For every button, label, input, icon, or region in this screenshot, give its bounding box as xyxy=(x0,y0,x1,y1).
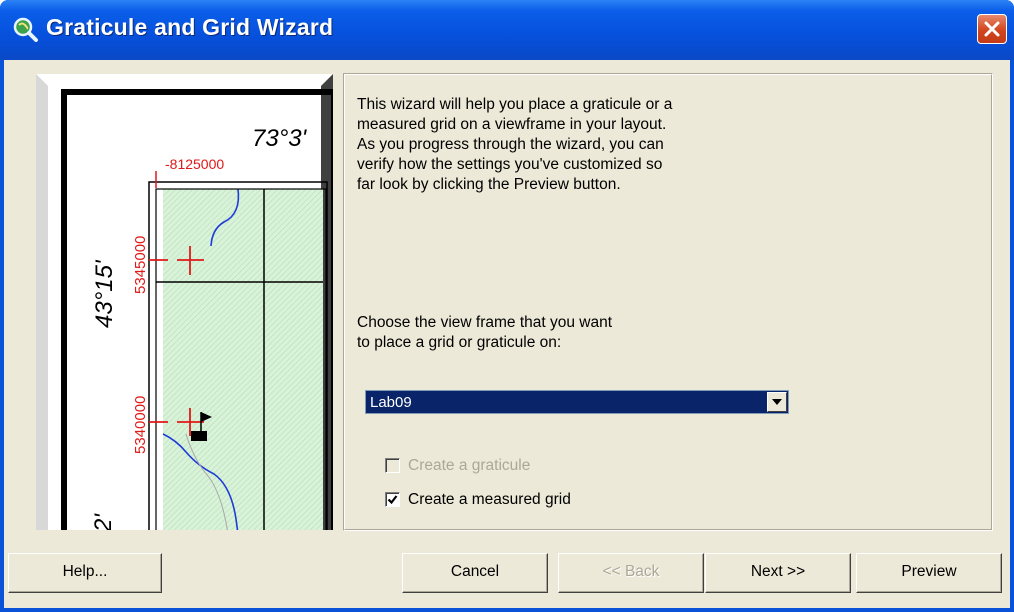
content-panel: This wizard will help you place a gratic… xyxy=(343,73,993,531)
dialog-body: 73°3' -8125000 43°15' 5345000 5340000 2'… xyxy=(4,60,1010,608)
close-button[interactable] xyxy=(977,14,1007,44)
close-icon xyxy=(984,21,1000,37)
title-bar[interactable]: Graticule and Grid Wizard xyxy=(0,0,1014,60)
easting-label: -8125000 xyxy=(165,156,224,172)
cancel-button[interactable]: Cancel xyxy=(402,553,548,593)
dropdown-arrow-button[interactable] xyxy=(767,392,787,412)
create-graticule-label: Create a graticule xyxy=(408,457,531,474)
next-button[interactable]: Next >> xyxy=(705,553,851,593)
chevron-down-icon xyxy=(772,399,782,405)
create-grid-label: Create a measured grid xyxy=(408,491,571,508)
content-panel-inner: This wizard will help you place a gratic… xyxy=(344,74,992,530)
wizard-window: Graticule and Grid Wizard 73°3' -8125000… xyxy=(0,0,1014,612)
view-frame-dropdown[interactable]: Lab09 xyxy=(365,390,789,414)
northing-top-label: 5345000 xyxy=(132,236,149,294)
create-grid-checkbox[interactable] xyxy=(385,492,400,507)
create-graticule-checkbox[interactable] xyxy=(385,458,400,473)
grid-preview-image: 73°3' -8125000 43°15' 5345000 5340000 2' xyxy=(36,74,333,530)
latitude-partial-label: 2' xyxy=(90,513,117,530)
window-title: Graticule and Grid Wizard xyxy=(46,14,334,40)
choose-frame-text: Choose the view frame that you want to p… xyxy=(357,314,613,351)
longitude-label: 73°3' xyxy=(252,125,308,152)
checkmark-icon xyxy=(387,495,398,505)
back-button[interactable]: << Back xyxy=(558,553,704,593)
northing-bottom-label: 5340000 xyxy=(132,396,149,454)
latitude-label: 43°15' xyxy=(91,259,118,328)
view-frame-selected: Lab09 xyxy=(370,394,412,411)
help-button[interactable]: Help... xyxy=(8,553,162,593)
preview-button[interactable]: Preview xyxy=(856,553,1002,593)
intro-text: This wizard will help you place a gratic… xyxy=(357,96,673,193)
magnifier-globe-icon xyxy=(12,16,38,42)
